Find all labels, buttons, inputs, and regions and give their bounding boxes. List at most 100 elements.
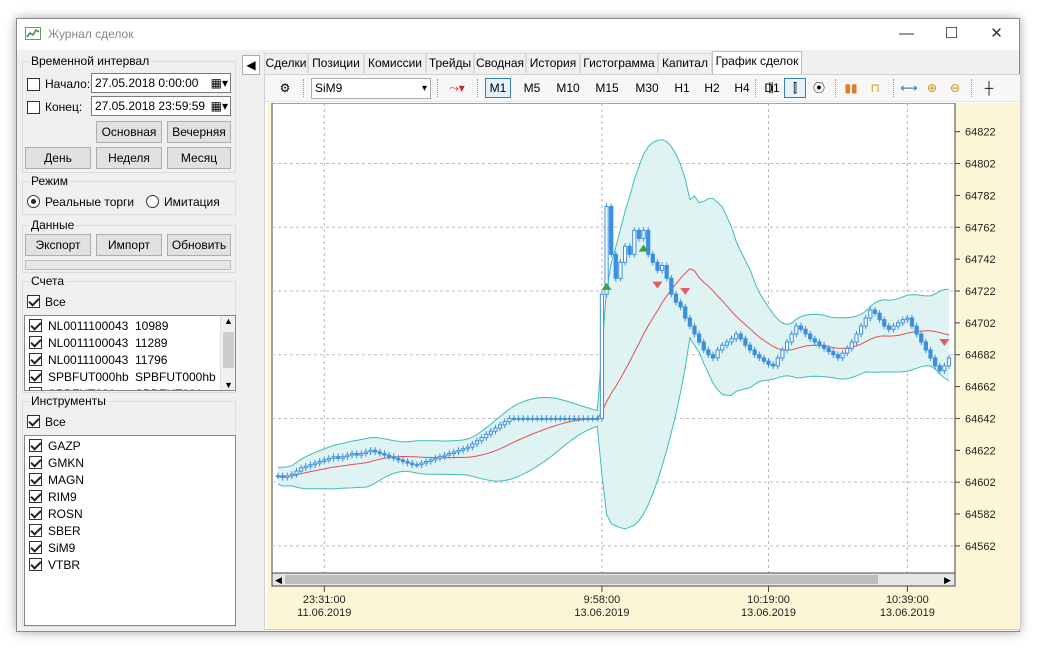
- candle-body: [479, 437, 484, 442]
- timeframe-button-m15[interactable]: M15: [591, 78, 623, 98]
- instrument-checkbox[interactable]: [29, 524, 42, 537]
- instrument-checkbox[interactable]: [29, 456, 42, 469]
- instrument-checkbox[interactable]: [29, 439, 42, 452]
- account-checkbox[interactable]: [29, 319, 42, 332]
- instrument-select[interactable]: SiM9 ▾: [311, 78, 431, 99]
- scroll-down-icon[interactable]: ▼: [224, 380, 233, 390]
- tab-5[interactable]: История: [526, 53, 580, 73]
- candle-body: [622, 245, 628, 263]
- end-datetime-input[interactable]: 27.05.2018 23:59:59 ▦▾: [91, 96, 231, 116]
- accounts-all-label: Все: [45, 295, 66, 309]
- maximize-button[interactable]: ☐: [929, 19, 974, 49]
- candle-body: [687, 317, 692, 327]
- toolbar-separator: [893, 79, 894, 97]
- tab-2[interactable]: Комиссии: [364, 53, 426, 73]
- instruments-list[interactable]: GAZP GMKN MAGN RIM9 ROSN SBER SiM9 VTBR: [24, 435, 236, 626]
- candle-bars-icon[interactable]: ⫼: [761, 78, 781, 98]
- candle-body: [794, 325, 799, 335]
- timeframe-button-m5[interactable]: M5: [519, 78, 545, 98]
- accounts-all-checkbox[interactable]: [27, 295, 40, 308]
- fit-width-icon[interactable]: ⟷: [899, 78, 919, 98]
- candle-body: [382, 453, 387, 456]
- tab-7[interactable]: Капитал: [658, 53, 712, 73]
- candle-body: [340, 456, 345, 459]
- account-name: SPBFUT001: [135, 387, 202, 390]
- simulation-radio[interactable]: [146, 195, 159, 208]
- scroll-up-icon[interactable]: ▲: [224, 316, 233, 326]
- y-tick-label: 64722: [965, 286, 996, 298]
- account-checkbox[interactable]: [29, 336, 42, 349]
- main-session-button[interactable]: Основная: [96, 121, 162, 143]
- scroll-thumb[interactable]: [223, 332, 234, 368]
- volume-bars-icon[interactable]: ▮▮: [841, 78, 861, 98]
- candle-body: [419, 462, 424, 466]
- data-group: Данные Экспорт Импорт Обновить: [22, 218, 236, 273]
- month-button[interactable]: Месяц: [167, 147, 231, 169]
- timeframe-button-m10[interactable]: M10: [553, 78, 583, 98]
- tab-6[interactable]: Гистограмма: [580, 53, 658, 73]
- candle-body: [428, 459, 433, 462]
- candle-body: [905, 317, 910, 321]
- accounts-list[interactable]: NL0011100043 10989 NL0011100043 11289 NL0011…: [24, 315, 236, 391]
- candle: [632, 227, 637, 258]
- calendar-dropdown-icon[interactable]: ▦▾: [211, 97, 228, 115]
- candle-body: [812, 338, 817, 343]
- tab-3[interactable]: Трейды: [426, 53, 474, 73]
- candle-body: [493, 427, 498, 432]
- y-tick-label: 64782: [965, 190, 996, 202]
- end-checkbox[interactable]: [27, 101, 40, 114]
- candle-body: [386, 454, 392, 458]
- tab-0[interactable]: Сделки: [264, 53, 308, 73]
- start-datetime-input[interactable]: 27.05.2018 0:00:00 ▦▾: [91, 73, 231, 93]
- day-button[interactable]: День: [25, 147, 91, 169]
- instrument-label: GMKN: [48, 456, 84, 470]
- evening-session-button[interactable]: Вечерняя: [167, 121, 231, 143]
- refresh-button[interactable]: Обновить: [167, 234, 231, 256]
- price-chart[interactable]: 64822 64802 64782 64762 64742 64722 64702 64682…: [267, 102, 1020, 629]
- tab-1[interactable]: Позиции: [308, 53, 364, 73]
- instrument-checkbox[interactable]: [29, 507, 42, 520]
- accounts-scrollbar[interactable]: ▲ ▼: [220, 316, 235, 390]
- toolbar-separator: [755, 79, 756, 97]
- timeframe-button-m1[interactable]: M1: [485, 78, 511, 98]
- timeframe-button-h4[interactable]: H4: [731, 78, 753, 98]
- timeframe-button-m30[interactable]: M30: [631, 78, 663, 98]
- trade-markers-icon[interactable]: ⤳▾: [443, 78, 471, 98]
- account-checkbox[interactable]: [29, 370, 42, 383]
- tab-8[interactable]: График сделок: [712, 51, 802, 75]
- candle-body: [636, 229, 642, 239]
- instrument-checkbox[interactable]: [29, 490, 42, 503]
- real-trading-radio[interactable]: [27, 195, 40, 208]
- zoom-out-icon[interactable]: ⊖: [945, 78, 965, 98]
- close-button[interactable]: ✕: [974, 19, 1019, 49]
- account-checkbox[interactable]: [29, 387, 42, 390]
- timeframe-button-h1[interactable]: H1: [671, 78, 693, 98]
- week-button[interactable]: Неделя: [96, 147, 162, 169]
- collapse-panel-button[interactable]: ◀: [242, 55, 260, 75]
- calendar-dropdown-icon[interactable]: ▦▾: [211, 74, 228, 92]
- settings-gear-icon[interactable]: ⚙: [275, 78, 295, 98]
- line-chart-icon[interactable]: ⦿: [809, 78, 829, 98]
- candlestick-icon[interactable]: ⫿: [784, 78, 806, 98]
- candle-body: [553, 417, 558, 420]
- instrument-label: SiM9: [48, 541, 76, 555]
- start-checkbox[interactable]: [27, 78, 40, 91]
- timeframe-button-h2[interactable]: H2: [701, 78, 723, 98]
- account-id: NL0011100043: [48, 353, 129, 367]
- export-button[interactable]: Экспорт: [25, 234, 91, 256]
- tab-4[interactable]: Сводная: [474, 53, 526, 73]
- account-checkbox[interactable]: [29, 353, 42, 366]
- instrument-checkbox[interactable]: [29, 558, 42, 571]
- import-button[interactable]: Импорт: [96, 234, 162, 256]
- instrument-checkbox[interactable]: [29, 541, 42, 554]
- indicator-icon[interactable]: ⊓: [865, 78, 885, 98]
- zoom-in-icon[interactable]: ⊕: [922, 78, 942, 98]
- instruments-legend: Инструменты: [29, 394, 108, 408]
- instrument-checkbox[interactable]: [29, 473, 42, 486]
- candle-body: [326, 457, 332, 461]
- minimize-button[interactable]: —: [884, 19, 929, 49]
- candle-body: [845, 347, 850, 354]
- crosshair-icon[interactable]: ┼: [979, 78, 999, 98]
- candle-body: [289, 473, 294, 477]
- instruments-all-checkbox[interactable]: [27, 415, 40, 428]
